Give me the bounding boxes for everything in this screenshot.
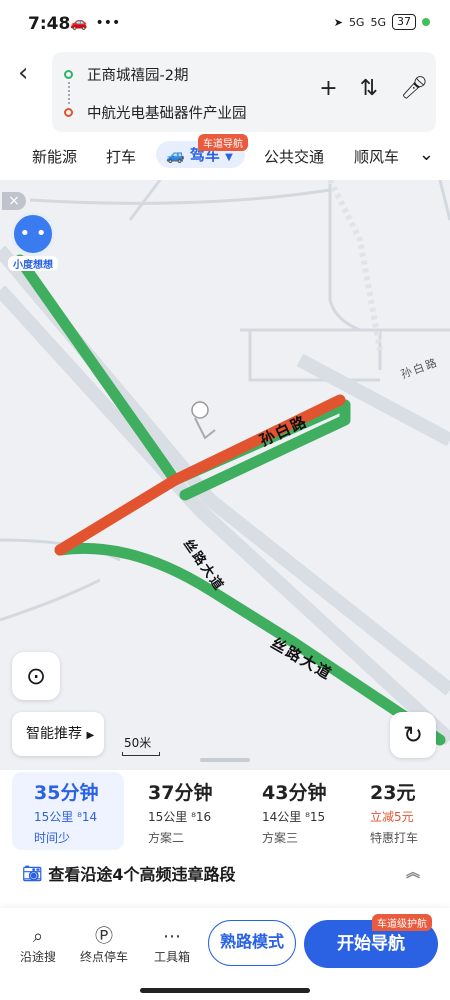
close-icon[interactable]: × (2, 192, 26, 210)
tool-search-along[interactable]: ⌕ 沿途搜 (8, 926, 68, 965)
tool-toolbox[interactable]: ⋯ 工具箱 (142, 926, 202, 965)
plan-note: 方案三 (262, 831, 299, 845)
chevron-up-icon[interactable]: ︽ (406, 862, 420, 882)
refresh-route-button[interactable]: ↻ (390, 712, 436, 758)
map-scale-bar (122, 752, 160, 756)
locate-button[interactable]: ⊙ (12, 652, 60, 700)
mode-tabs: 新能源 打车 🚙 驾车 ▼ 车道导航 公共交通 顺风车 ⌄ (0, 134, 450, 174)
violation-row[interactable]: 📷︎ 查看沿途4个高频违章路段 ︽ (22, 858, 432, 888)
signal-5g-b: 5G (370, 15, 386, 29)
destination-dot-icon (64, 107, 73, 117)
tab-taxi[interactable]: 打车 (106, 146, 136, 167)
origin-text: 正商城禧园-2期 (87, 67, 189, 84)
assistant-label: 小度想想 (8, 256, 58, 271)
plan-sub: 15公里 ⁸16 (148, 808, 238, 825)
tab-new-energy[interactable]: 新能源 (32, 146, 77, 167)
location-arrow-icon: ➤ (333, 15, 343, 29)
route-origin[interactable]: 正商城禧园-2期 (64, 55, 188, 93)
plan-note: 特惠打车 (370, 831, 419, 845)
signal-5g-a: 5G (348, 15, 365, 29)
plan-card-taxi[interactable]: 23元 立减5元 特惠打车 (348, 772, 438, 850)
car-app-icon: 🚗 (70, 15, 88, 31)
lane-guard-badge: 车道级护航 (372, 914, 432, 931)
camera-icon: 📷︎ (22, 863, 43, 883)
plan-time: 43分钟 (262, 782, 327, 804)
violation-text: 查看沿途4个高频违章路段 (48, 865, 236, 884)
bottom-bar: ⌕ 沿途搜 Ⓟ 终点停车 ⋯ 工具箱 熟路模式 开始导航 车道级护航 (0, 908, 450, 1000)
battery-indicator: 37 (392, 14, 416, 30)
plan-sub: 14公里 ⁸15 (262, 808, 352, 825)
plan-distance: 15公里 (148, 810, 188, 824)
status-left-icons: 🚗 ••• (70, 15, 120, 31)
familiar-mode-button[interactable]: 熟路模式 (208, 920, 296, 966)
plan-time: 37分钟 (148, 782, 213, 804)
crosshair-icon: ⊙ (25, 662, 47, 690)
plan-time: 35分钟 (34, 782, 99, 804)
swap-route-icon[interactable]: ⇅ (360, 76, 378, 101)
back-button[interactable]: ‹ (18, 58, 28, 88)
map-scale-label: 50米 (124, 736, 152, 750)
tab-public-transit[interactable]: 公共交通 (264, 146, 324, 167)
tool-label: 工具箱 (153, 950, 190, 964)
tool-parking[interactable]: Ⓟ 终点停车 (74, 926, 134, 965)
origin-dot-icon (64, 69, 73, 79)
plan-time: 23元 (370, 782, 416, 804)
status-time: 7:48 (28, 14, 71, 34)
smart-recommend-label: 智能推荐 (26, 726, 82, 742)
add-waypoint-icon[interactable]: + (319, 76, 337, 101)
drag-handle[interactable] (200, 758, 250, 762)
route-actions: + ⇅ 🎤︎ (319, 76, 428, 101)
refresh-icon: ↻ (402, 721, 424, 749)
assistant-widget[interactable]: • • 小度想想 (8, 212, 58, 271)
chevron-down-icon[interactable]: ⌄ (419, 144, 434, 165)
lane-nav-badge: 车道导航 (198, 134, 248, 151)
plan-lights: 16 (195, 810, 212, 824)
plan-sub: 15公里 ⁸14 (34, 808, 124, 825)
more-dots-icon: ••• (95, 15, 121, 31)
plan-distance: 15公里 (34, 810, 74, 824)
microphone-icon[interactable]: 🎤︎ (400, 76, 428, 101)
route-header: ‹ 正商城禧园-2期 中航光电基础器件产业园 + ⇅ 🎤︎ (0, 50, 450, 135)
tool-label: 终点停车 (79, 950, 128, 964)
privacy-dot-icon (422, 18, 430, 26)
destination-text: 中航光电基础器件产业园 (87, 105, 247, 122)
smart-recommend-button[interactable]: 智能推荐 ▶ (12, 712, 104, 756)
search-icon: ⌕ (32, 926, 44, 947)
car-icon: 🚙 (166, 146, 185, 164)
tab-carpool[interactable]: 顺风车 (354, 146, 399, 167)
plan-card-1[interactable]: 35分钟 15公里 ⁸14 时间少 (12, 772, 124, 850)
dropdown-caret-icon: ▼ (225, 152, 233, 163)
route-plans: 35分钟 15公里 ⁸14 时间少 37分钟 15公里 ⁸16 方案二 43分钟… (12, 772, 438, 850)
route-destination[interactable]: 中航光电基础器件产业园 (64, 93, 247, 131)
home-indicator (140, 988, 310, 993)
status-right: ➤ 5G 5G 37 (334, 14, 430, 30)
plan-discount: 立减5元 (370, 810, 414, 824)
plan-lights: 15 (309, 810, 326, 824)
plan-distance: 14公里 (262, 810, 302, 824)
plan-note: 方案二 (148, 831, 185, 845)
tool-label: 沿途搜 (19, 950, 56, 964)
assistant-face-icon: • • (11, 212, 55, 256)
plan-card-3[interactable]: 43分钟 14公里 ⁸15 方案三 (240, 772, 352, 850)
route-box: 正商城禧园-2期 中航光电基础器件产业园 + ⇅ 🎤︎ (52, 52, 436, 132)
map-canvas (0, 180, 450, 746)
more-icon: ⋯ (163, 926, 181, 947)
play-arrow-icon: ▶ (86, 730, 95, 741)
status-bar: 7:48 🚗 ••• ➤ 5G 5G 37 (0, 0, 450, 50)
plan-note: 时间少 (34, 831, 71, 845)
parking-icon: Ⓟ (95, 926, 113, 947)
map-view[interactable]: 孙白路 丝路大道 丝路大道 孙白路 (0, 180, 450, 770)
plan-card-2[interactable]: 37分钟 15公里 ⁸16 方案二 (126, 772, 238, 850)
plan-sub: 立减5元 (370, 808, 438, 825)
plan-lights: 14 (81, 810, 98, 824)
